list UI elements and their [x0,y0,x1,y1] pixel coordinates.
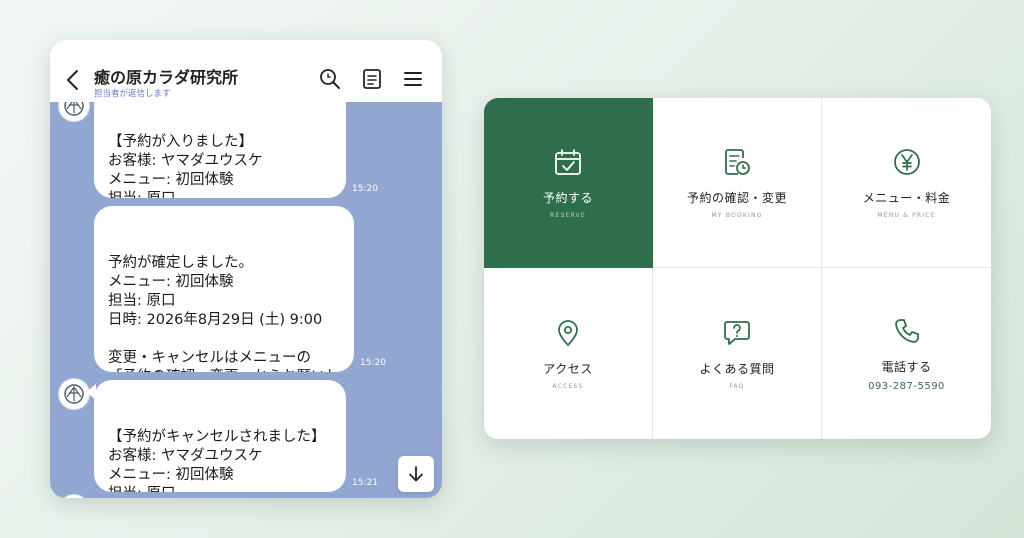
menu-tile-access[interactable]: アクセス ACCESS [484,268,653,439]
message-bubble-3: 【予約がキャンセルされました】 お客様: ヤマダユウスケ メニュー: 初回体験 … [94,380,346,492]
yen-icon [893,148,920,175]
menu-button[interactable] [401,67,425,91]
message-text: 【予約が入りました】 お客様: ヤマダユウスケ メニュー: 初回体験 担当: 原… [108,134,263,198]
message-text: 予約が確定しました。 メニュー: 初回体験 担当: 原口 日時: 2026年8月… [108,255,340,372]
message-time: 15:21 [352,478,378,488]
notes-button[interactable] [360,67,384,91]
scroll-down-button[interactable] [398,456,434,492]
chat-header: 癒の原カラダ研究所 担当者が返信します [50,40,442,102]
tile-sublabel: MENU & PRICE [877,211,936,219]
tile-label: 予約の確認・変更 [686,190,787,205]
message-time: 15:20 [360,358,386,368]
sender-avatar[interactable] [58,494,90,498]
menu-tile-menu-price[interactable]: メニュー・料金 MENU & PRICE [822,98,991,268]
search-icon [320,69,340,89]
message-bubble-1: 【予約が入りました】 お客様: ヤマダユウスケ メニュー: 初回体験 担当: 原… [94,88,346,198]
tile-label: 電話する [881,359,932,374]
phone-number[interactable]: 093-287-5590 [868,381,945,392]
tile-sublabel: FAQ [729,382,745,390]
notes-icon [363,69,381,89]
phone-icon [894,318,919,343]
tile-sublabel: ACCESS [552,382,584,390]
document-clock-icon [725,148,750,175]
tile-sublabel: RESERVE [550,211,586,219]
chevron-left-icon [67,70,78,90]
menu-tile-call[interactable]: 電話する 093-287-5590 [822,268,991,439]
tile-sublabel: MY BOOKING [711,211,763,219]
map-pin-icon [558,319,578,346]
chat-subtitle: 担当者が返信します [94,89,171,99]
arrow-down-icon [409,466,423,482]
menu-tile-my-booking[interactable]: 予約の確認・変更 MY BOOKING [653,98,822,268]
question-bubble-icon [724,320,750,345]
menu-tile-faq[interactable]: よくある質問 FAQ [653,268,822,439]
tile-label: 予約する [542,190,593,205]
rich-menu: 予約する RESERVE 予約の確認・変更 MY BOOKING メニュー・料金… [484,98,991,439]
tile-label: よくある質問 [699,361,775,376]
chat-window: 【予約が入りました】 お客様: ヤマダユウスケ メニュー: 初回体験 担当: 原… [50,40,442,498]
hamburger-icon [404,72,422,86]
menu-tile-reserve[interactable]: 予約する RESERVE [484,98,653,268]
search-button[interactable] [318,67,342,91]
logo-icon [64,384,84,404]
message-bubble-2: 予約が確定しました。 メニュー: 初回体験 担当: 原口 日時: 2026年8月… [94,206,354,372]
calendar-check-icon [555,148,581,175]
chat-title: 癒の原カラダ研究所 [94,68,239,87]
message-text: 【予約がキャンセルされました】 お客様: ヤマダユウスケ メニュー: 初回体験 … [108,429,326,492]
message-time: 15:20 [352,184,378,194]
tile-label: アクセス [543,361,593,376]
back-button[interactable] [62,67,84,93]
tile-label: メニュー・料金 [862,190,951,205]
